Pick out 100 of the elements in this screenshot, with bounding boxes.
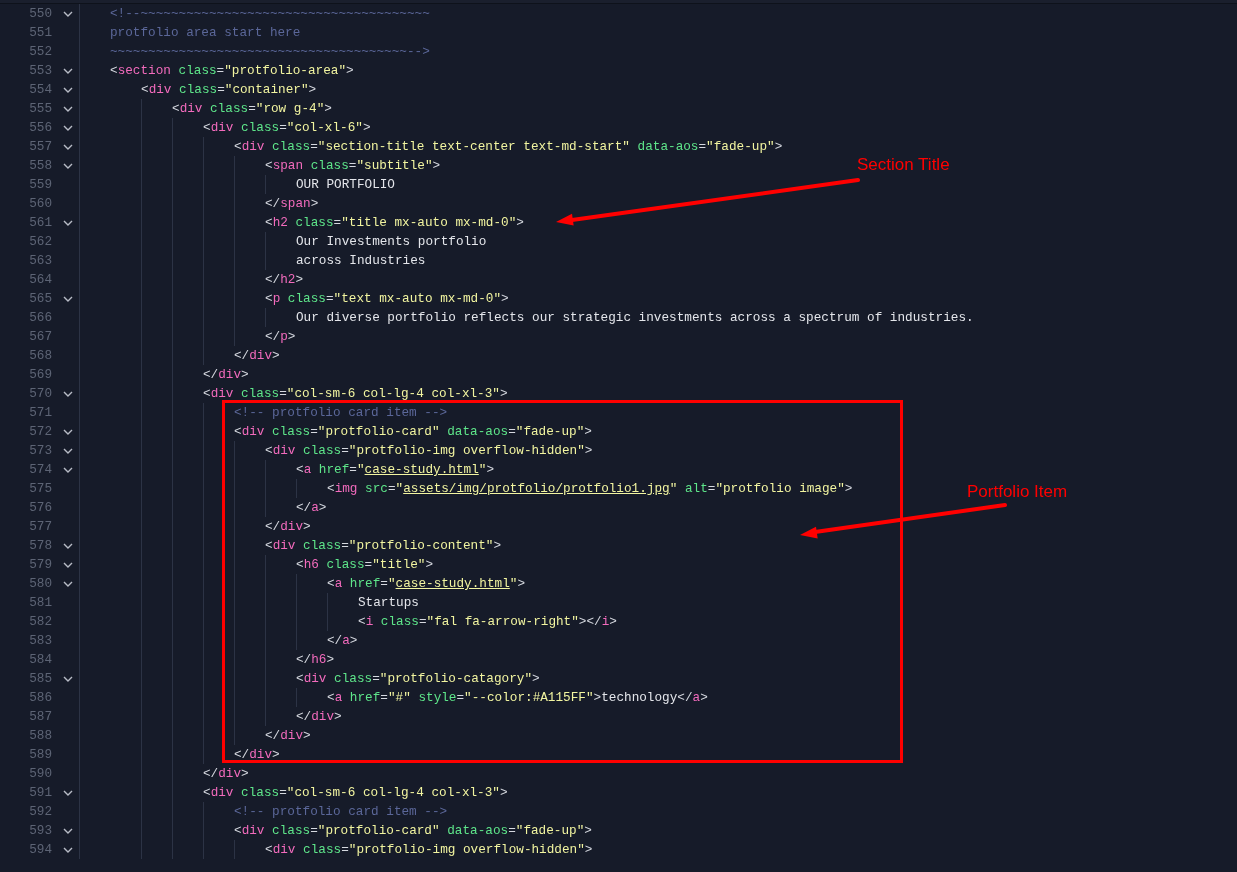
code-line: across Industries xyxy=(296,252,426,270)
annotation-label: Section Title xyxy=(857,154,950,176)
code-line: <div class="row g-4"> xyxy=(172,100,332,118)
line-number: 569 xyxy=(28,366,52,384)
code-line: <a href="case-study.html"> xyxy=(296,461,495,479)
line-number: 580 xyxy=(28,575,52,593)
line-number: 576 xyxy=(28,499,52,517)
line-number: 562 xyxy=(28,233,52,251)
line-number: 550 xyxy=(28,5,52,23)
fold-chevron-icon[interactable] xyxy=(63,124,73,131)
code-line: Our diverse portfolio reflects our strategic investments across a spectrum of industries. xyxy=(296,309,974,327)
code-line: <div class="section-title text-center text-md-start" data-aos="fade-up"> xyxy=(234,138,783,156)
line-number: 565 xyxy=(28,290,52,308)
line-number: 591 xyxy=(28,784,52,802)
fold-chevron-icon[interactable] xyxy=(63,10,73,17)
code-line: Our Investments portfolio xyxy=(296,233,487,251)
line-number: 589 xyxy=(28,746,52,764)
fold-chevron-icon[interactable] xyxy=(63,295,73,302)
code-line: <div class="col-sm-6 col-lg-4 col-xl-3"> xyxy=(203,385,508,403)
code-line: <div class="protfolio-catagory"> xyxy=(296,670,540,688)
line-number: 563 xyxy=(28,252,52,270)
line-number: 559 xyxy=(28,176,52,194)
fold-chevron-icon[interactable] xyxy=(63,390,73,397)
line-number: 552 xyxy=(28,43,52,61)
code-line: </div> xyxy=(234,746,280,764)
code-line: </div> xyxy=(203,765,249,783)
line-number: 592 xyxy=(28,803,52,821)
code-line: <h6 class="title"> xyxy=(296,556,434,574)
line-number: 553 xyxy=(28,62,52,80)
code-line: </a> xyxy=(327,632,358,650)
line-number: 581 xyxy=(28,594,52,612)
annotation-label: Portfolio Item xyxy=(967,481,1068,503)
line-number: 555 xyxy=(28,100,52,118)
code-line: <div class="protfolio-img overflow-hidden"> xyxy=(265,442,593,460)
line-number: 593 xyxy=(28,822,52,840)
line-number: 586 xyxy=(28,689,52,707)
code-line: <!-- protfolio card item --> xyxy=(234,404,448,422)
code-line: <span class="subtitle"> xyxy=(265,157,441,175)
line-number: 566 xyxy=(28,309,52,327)
line-number: 572 xyxy=(28,423,52,441)
code-line: protfolio area start here xyxy=(110,24,301,42)
code-line: <div class="col-xl-6"> xyxy=(203,119,371,137)
line-number: 583 xyxy=(28,632,52,650)
code-line: <div class="protfolio-img overflow-hidden"> xyxy=(265,841,593,859)
line-number: 556 xyxy=(28,119,52,137)
fold-chevron-icon[interactable] xyxy=(63,846,73,853)
line-number: 570 xyxy=(28,385,52,403)
line-number: 564 xyxy=(28,271,52,289)
fold-chevron-icon[interactable] xyxy=(63,827,73,834)
line-number: 573 xyxy=(28,442,52,460)
code-line: </h2> xyxy=(265,271,304,289)
code-line: <p class="text mx-auto mx-md-0"> xyxy=(265,290,509,308)
fold-chevron-icon[interactable] xyxy=(63,675,73,682)
fold-chevron-icon[interactable] xyxy=(63,86,73,93)
code-line: </div> xyxy=(265,727,311,745)
line-number: 579 xyxy=(28,556,52,574)
code-line: </a> xyxy=(296,499,327,517)
line-number: 594 xyxy=(28,841,52,859)
fold-chevron-icon[interactable] xyxy=(63,162,73,169)
line-number: 568 xyxy=(28,347,52,365)
code-line: </div> xyxy=(265,518,311,536)
line-number: 584 xyxy=(28,651,52,669)
fold-chevron-icon[interactable] xyxy=(63,789,73,796)
line-number: 551 xyxy=(28,24,52,42)
code-line: <div class="protfolio-content"> xyxy=(265,537,502,555)
code-line: <a href="case-study.html"> xyxy=(327,575,526,593)
line-number: 574 xyxy=(28,461,52,479)
line-number: 571 xyxy=(28,404,52,422)
fold-chevron-icon[interactable] xyxy=(63,67,73,74)
code-line: <div class="protfolio-card" data-aos="fade-up"> xyxy=(234,822,592,840)
code-line: OUR PORTFOLIO xyxy=(296,176,395,194)
code-line: <section class="protfolio-area"> xyxy=(110,62,354,80)
line-number: 560 xyxy=(28,195,52,213)
line-number: 587 xyxy=(28,708,52,726)
code-line: Startups xyxy=(358,594,419,612)
line-number: 588 xyxy=(28,727,52,745)
line-number: 577 xyxy=(28,518,52,536)
line-number: 575 xyxy=(28,480,52,498)
code-line: <h2 class="title mx-auto mx-md-0"> xyxy=(265,214,524,232)
fold-chevron-icon[interactable] xyxy=(63,447,73,454)
fold-chevron-icon[interactable] xyxy=(63,428,73,435)
line-number: 557 xyxy=(28,138,52,156)
code-line: <a href="#" style="--color:#A115FF">technology</a> xyxy=(327,689,708,707)
fold-chevron-icon[interactable] xyxy=(63,105,73,112)
fold-chevron-icon[interactable] xyxy=(63,219,73,226)
code-line: ~~~~~~~~~~~~~~~~~~~~~~~~~~~~~~~~~~~~~~~--> xyxy=(110,43,430,61)
line-number: 578 xyxy=(28,537,52,555)
code-line: </span> xyxy=(265,195,319,213)
code-line: <i class="fal fa-arrow-right"></i> xyxy=(358,613,617,631)
code-line: </div> xyxy=(296,708,342,726)
code-line: </p> xyxy=(265,328,296,346)
fold-chevron-icon[interactable] xyxy=(63,466,73,473)
line-number: 590 xyxy=(28,765,52,783)
code-line: <img src="assets/img/protfolio/protfolio1.jpg" alt="protfolio image"> xyxy=(327,480,853,498)
code-line: </div> xyxy=(203,366,249,384)
fold-chevron-icon[interactable] xyxy=(63,561,73,568)
fold-chevron-icon[interactable] xyxy=(63,542,73,549)
fold-chevron-icon[interactable] xyxy=(63,580,73,587)
fold-chevron-icon[interactable] xyxy=(63,143,73,150)
line-number: 567 xyxy=(28,328,52,346)
